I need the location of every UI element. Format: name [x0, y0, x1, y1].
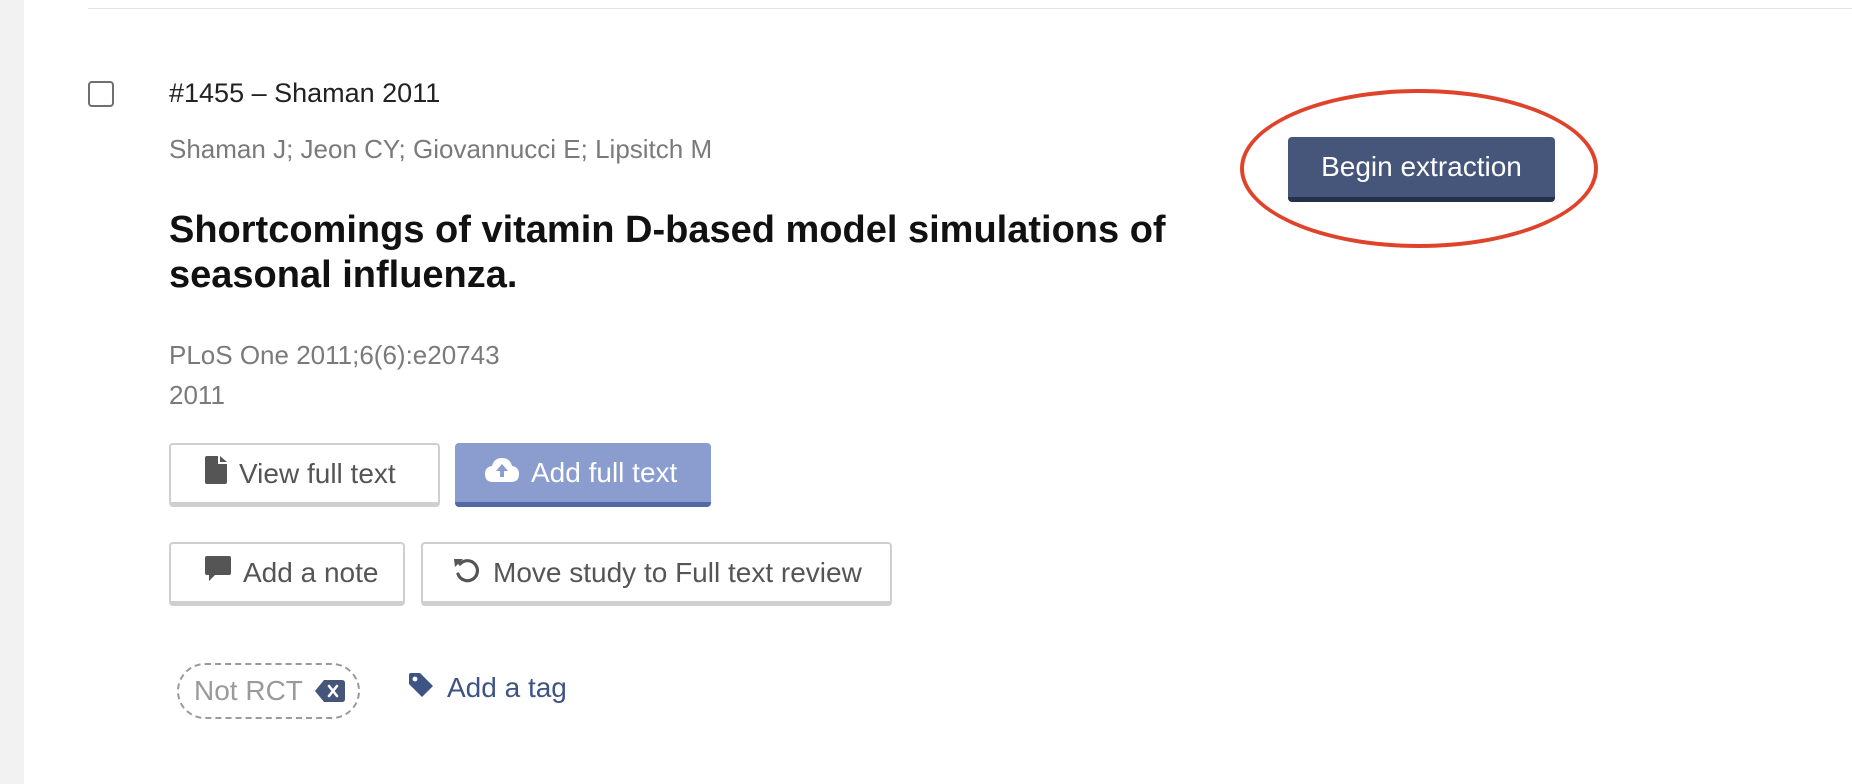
add-note-button[interactable]: Add a note	[169, 542, 405, 606]
study-card: #1455 – Shaman 2011 Shaman J; Jeon CY; G…	[169, 0, 1519, 784]
begin-extraction-button[interactable]: Begin extraction	[1288, 137, 1555, 202]
move-to-full-text-review-button[interactable]: Move study to Full text review	[421, 542, 892, 606]
citation-text: PLoS One 2011;6(6):e20743	[169, 340, 500, 370]
left-rail	[0, 0, 24, 784]
add-note-label: Add a note	[243, 556, 379, 588]
tag-icon	[409, 672, 433, 704]
study-authors: Shaman J; Jeon CY; Giovannucci E; Lipsit…	[169, 134, 713, 164]
undo-icon	[453, 555, 481, 590]
view-full-text-button[interactable]: View full text	[169, 443, 440, 507]
add-tag-label: Add a tag	[447, 672, 567, 703]
add-tag-link[interactable]: Add a tag	[409, 672, 567, 704]
cloud-upload-icon	[485, 456, 519, 489]
study-select-checkbox[interactable]	[88, 81, 114, 107]
study-id: #1455 – Shaman 2011	[169, 78, 441, 108]
study-year: 2011	[169, 380, 225, 410]
tag-label: Not RCT	[194, 675, 303, 706]
add-full-text-button[interactable]: Add full text	[455, 443, 711, 507]
study-title: Shortcomings of vitamin D-based model si…	[169, 209, 1166, 296]
backspace-icon[interactable]	[314, 680, 345, 702]
comment-icon	[205, 556, 231, 589]
tag-not-rct: Not RCT	[177, 663, 360, 719]
add-full-text-label: Add full text	[531, 456, 678, 488]
begin-extraction-label: Begin extraction	[1321, 151, 1522, 182]
file-icon	[205, 456, 227, 491]
view-full-text-label: View full text	[239, 457, 396, 489]
study-citation: PLoS One 2011;6(6):e20743 2011	[169, 335, 500, 415]
move-study-label: Move study to Full text review	[493, 556, 862, 588]
